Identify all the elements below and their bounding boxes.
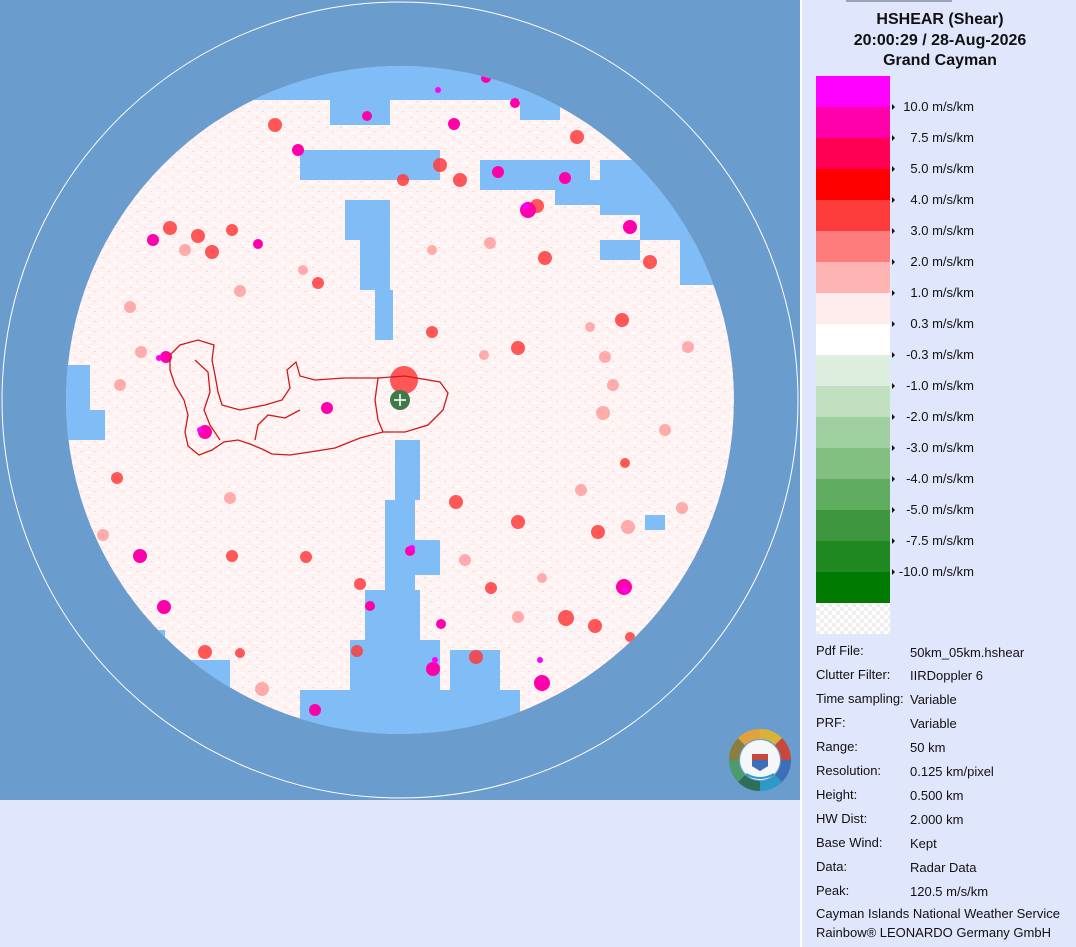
radar-image[interactable] [0, 0, 800, 800]
radar-site-plus-icon[interactable] [390, 390, 410, 410]
info-value: 50km_05km.hshear [910, 645, 1025, 660]
info-key: Resolution: [816, 763, 882, 778]
radar-map[interactable] [0, 0, 800, 800]
info-key: Data: [816, 859, 848, 874]
info-key: Range: [816, 739, 858, 754]
legend-swatch-no-data [816, 603, 890, 634]
info-key: Clutter Filter: [816, 667, 891, 682]
info-key: Base Wind: [816, 835, 883, 850]
info-value: 120.5 m/s/km [910, 884, 989, 899]
panel-top-bar [846, 0, 952, 2]
info-key: Peak: [816, 883, 850, 898]
product-datetime: 20:00:29 / 28-Aug-2026 [853, 32, 1027, 49]
map-footer-area [0, 800, 800, 947]
footer-organization: Cayman Islands National Weather Service [816, 906, 1060, 921]
info-key: Height: [816, 787, 858, 802]
site-name: Grand Cayman [883, 52, 997, 69]
national-weather-service-logo-icon [728, 728, 792, 792]
info-value: IIRDoppler 6 [910, 668, 983, 683]
info-value: Variable [910, 692, 957, 707]
info-value: 0.500 km [910, 788, 964, 803]
legend-swatch-bottom [816, 572, 890, 603]
legend-panel: HSHEAR (Shear) 20:00:29 / 28-Aug-2026 Gr… [800, 0, 1076, 947]
info-value: Kept [910, 836, 937, 851]
footer-software: Rainbow® LEONARDO Germany GmbH [816, 925, 1051, 940]
info-key: Time sampling: [816, 691, 904, 706]
product-title: HSHEAR (Shear) [876, 11, 1004, 28]
info-key: HW Dist: [816, 811, 868, 826]
info-value: Radar Data [910, 860, 977, 875]
info-key: PRF: [816, 715, 846, 730]
info-value: 50 km [910, 740, 946, 755]
info-value: Variable [910, 716, 957, 731]
info-value: 2.000 km [910, 812, 964, 827]
info-key: Pdf File: [816, 643, 864, 658]
info-value: 0.125 km/pixel [910, 764, 994, 779]
